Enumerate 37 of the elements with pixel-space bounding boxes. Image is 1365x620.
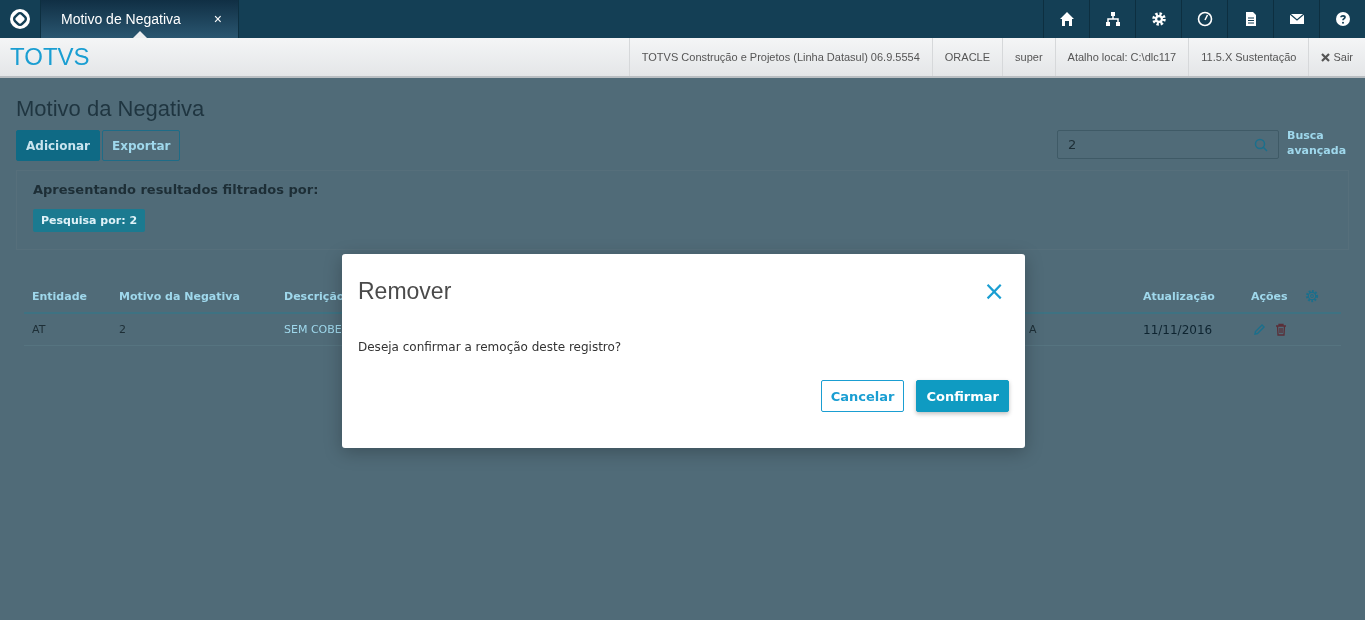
dialog-title: Remover: [358, 277, 452, 305]
column-header[interactable]: Entidade: [24, 289, 111, 303]
column-header[interactable]: Motivo da Negativa: [111, 289, 276, 303]
gauge-icon[interactable]: [1196, 11, 1213, 27]
column-header[interactable]: Ações: [1243, 289, 1305, 303]
help-icon[interactable]: [1334, 11, 1351, 27]
brand-logo[interactable]: TOTVS: [0, 43, 90, 71]
header-info: super: [1002, 38, 1055, 76]
table-cell-text: 2: [118, 323, 127, 336]
filter-chip[interactable]: Pesquisa por: 2: [33, 209, 146, 232]
header-info: ORACLE: [931, 38, 1003, 76]
table-cell-text: AT: [31, 323, 47, 336]
close-icon: [1321, 52, 1331, 62]
dialog-message: Deseja confirmar a remoção deste registro?: [357, 339, 623, 356]
header-info: 11.5.X Sustentação: [1188, 38, 1309, 76]
tab-label[interactable]: Motivo de Negativa: [61, 11, 212, 27]
cancel-button[interactable]: Cancelar: [820, 380, 905, 412]
logout-link[interactable]: Sair: [1308, 38, 1365, 76]
confirm-button[interactable]: Confirmar: [916, 380, 1009, 412]
filter-title: Apresentando resultados filtrados por:: [33, 182, 320, 197]
header-info: TOTVS Construção e Projetos (Linha Datasul) 06.9.5554: [628, 38, 932, 76]
sitemap-icon[interactable]: [1104, 11, 1121, 27]
mail-icon[interactable]: [1288, 11, 1305, 27]
close-button[interactable]: ×: [979, 278, 1009, 304]
add-button[interactable]: Adicionar: [16, 130, 101, 161]
close-button[interactable]: ×: [211, 11, 224, 27]
header-info: Atalho local: C:\dlc117: [1054, 38, 1189, 76]
table-cell-text: 11/11/2016: [1142, 322, 1214, 337]
page-title: Motivo da Negativa: [16, 95, 206, 123]
export-button[interactable]: Exportar: [102, 130, 181, 161]
logo-icon[interactable]: [9, 8, 31, 30]
search-field[interactable]: 2: [1057, 130, 1279, 159]
column-header[interactable]: Atualização: [1135, 289, 1243, 303]
tab[interactable]: Motivo de Negativa ×: [41, 0, 239, 38]
advanced-search-link[interactable]: Busca avançada: [1287, 128, 1349, 158]
table-cell-text: A: [1028, 323, 1038, 336]
home-icon[interactable]: [1058, 11, 1075, 27]
